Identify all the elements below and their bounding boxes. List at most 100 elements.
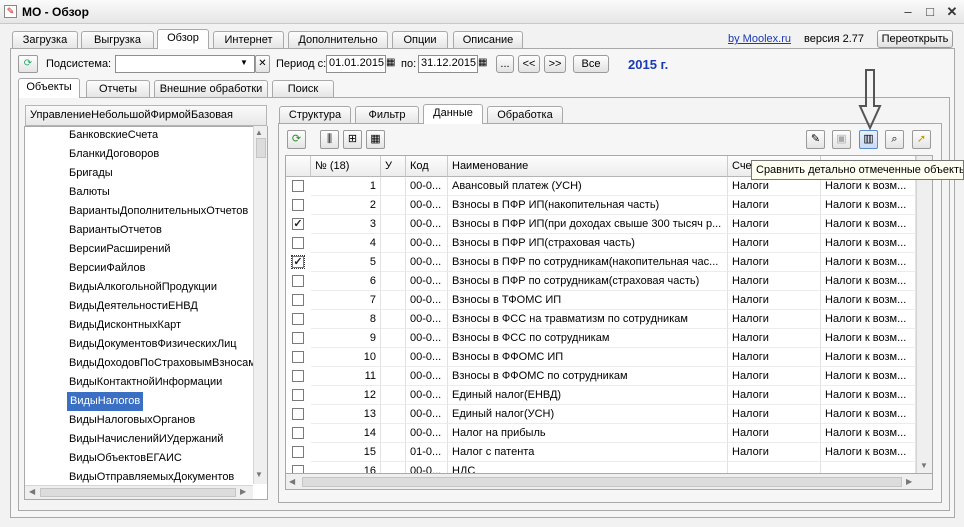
- row-checkbox[interactable]: [292, 237, 304, 249]
- subsystem-input[interactable]: [115, 55, 255, 73]
- chevron-down-icon[interactable]: ▼: [240, 58, 248, 67]
- row-checkbox[interactable]: [292, 389, 304, 401]
- table-row[interactable]: ✓ 3 00-0... Взносы в ПФР ИП(при доходах свы…: [286, 215, 916, 234]
- row-checkbox[interactable]: ✓: [292, 218, 304, 230]
- table-row[interactable]: 13 00-0... Единый налог(УСН) Налоги Налоги к…: [286, 405, 916, 424]
- scroll-down-icon[interactable]: ▼: [920, 461, 928, 470]
- maximize-icon[interactable]: □: [922, 4, 938, 20]
- tree-item[interactable]: ВидыНалоговыхОрганов: [69, 411, 195, 430]
- column-header-u[interactable]: У: [381, 156, 406, 177]
- table-row[interactable]: ✓ 5 00-0... Взносы в ПФР по сотрудникам(нак…: [286, 253, 916, 272]
- row-checkbox[interactable]: [292, 313, 304, 325]
- tab-main-4[interactable]: Дополнительно: [288, 31, 388, 49]
- all-period-button[interactable]: Все: [573, 55, 609, 73]
- tab-main-0[interactable]: Загрузка: [12, 31, 78, 49]
- table-row[interactable]: 8 00-0... Взносы в ФСС на травматизм по со…: [286, 310, 916, 329]
- tab-main-6[interactable]: Описание: [453, 31, 523, 49]
- tab-main-2[interactable]: Обзор: [157, 29, 209, 49]
- tree-item[interactable]: ВидыАлкогольнойПродукции: [69, 278, 217, 297]
- period-from-input[interactable]: 01.01.2015: [326, 55, 386, 73]
- tree-item[interactable]: ВидыОбъектовЕГАИС: [69, 449, 182, 468]
- tree-item[interactable]: ВерсииФайлов: [69, 259, 146, 278]
- tab-data-0[interactable]: Структура: [279, 106, 351, 124]
- check-column-header[interactable]: [286, 156, 311, 177]
- period-select-button[interactable]: ...: [496, 55, 514, 73]
- tree-item[interactable]: ВидыДеятельностиЕНВД: [69, 297, 198, 316]
- next-period-button[interactable]: >>: [544, 55, 566, 73]
- refresh-subsystem-icon[interactable]: ⟳: [18, 55, 38, 73]
- prev-period-button[interactable]: <<: [518, 55, 540, 73]
- row-checkbox[interactable]: [292, 370, 304, 382]
- table-row[interactable]: 16 00-0... НДС: [286, 462, 916, 473]
- edit-cursor-icon[interactable]: ✎: [806, 130, 825, 149]
- tab-data-3[interactable]: Обработка: [487, 106, 563, 124]
- row-checkbox[interactable]: [292, 332, 304, 344]
- table-row[interactable]: 9 00-0... Взносы в ФСС по сотрудникам Налог…: [286, 329, 916, 348]
- row-checkbox[interactable]: [292, 465, 304, 473]
- tab-main-3[interactable]: Интернет: [213, 31, 284, 49]
- calendar-icon[interactable]: ▦: [386, 57, 395, 68]
- compare-objects-icon[interactable]: ▥: [859, 130, 878, 149]
- tab-sub-0[interactable]: Объекты: [18, 78, 80, 98]
- tree-vertical-scrollbar[interactable]: [253, 126, 267, 484]
- tree-item[interactable]: БланкиДоговоров: [69, 145, 159, 164]
- table-row[interactable]: 12 00-0... Единый налог(ЕНВД) Налоги Налоги …: [286, 386, 916, 405]
- columns-icon[interactable]: ⫼: [320, 130, 339, 149]
- row-checkbox[interactable]: [292, 199, 304, 211]
- close-icon[interactable]: ✕: [944, 4, 960, 20]
- print-icon[interactable]: ▣: [832, 130, 851, 149]
- row-checkbox[interactable]: [292, 446, 304, 458]
- table-row[interactable]: 7 00-0... Взносы в ТФОМС ИП Налоги Налоги к …: [286, 291, 916, 310]
- tree-item[interactable]: ВидыДоходовПоСтраховымВзносам: [69, 354, 253, 373]
- row-checkbox[interactable]: [292, 427, 304, 439]
- tab-main-5[interactable]: Опции: [392, 31, 448, 49]
- table-vertical-scrollbar[interactable]: [916, 156, 932, 473]
- scroll-left-icon[interactable]: ◀: [289, 477, 295, 486]
- row-checkbox[interactable]: [292, 275, 304, 287]
- author-link[interactable]: by Moolex.ru: [728, 33, 791, 45]
- column-header-number[interactable]: № (18): [311, 156, 381, 177]
- table-row[interactable]: 6 00-0... Взносы в ПФР по сотрудникам(стра…: [286, 272, 916, 291]
- tab-sub-3[interactable]: Поиск: [272, 80, 334, 98]
- scroll-up-icon[interactable]: ▲: [255, 128, 263, 137]
- tree-item[interactable]: Бригады: [69, 164, 113, 183]
- tree-item[interactable]: ВерсииРасширений: [69, 240, 171, 259]
- row-checkbox[interactable]: ✓: [291, 255, 305, 269]
- restart-button[interactable]: Переоткрыть: [877, 30, 953, 48]
- tree-item[interactable]: ВариантыОтчетов: [69, 221, 162, 240]
- tree-item[interactable]: ВидыНалогов: [67, 392, 144, 411]
- calendar-icon[interactable]: ▦: [478, 57, 487, 68]
- table-row[interactable]: 4 00-0... Взносы в ПФР ИП(страховая часть)…: [286, 234, 916, 253]
- tree-item[interactable]: БанковскиеСчета: [69, 126, 158, 145]
- scroll-left-icon[interactable]: ◀: [29, 487, 35, 496]
- table-row[interactable]: 11 00-0... Взносы в ФФОМС по сотрудникам На…: [286, 367, 916, 386]
- tree-item[interactable]: ВидыНачисленийИУдержаний: [69, 430, 223, 449]
- refresh-icon[interactable]: ⟳: [287, 130, 306, 149]
- tree-scroll-thumb[interactable]: [256, 138, 266, 158]
- table-row[interactable]: 14 00-0... Налог на прибыль Налоги Налоги к …: [286, 424, 916, 443]
- search-icon[interactable]: ⌕: [885, 130, 904, 149]
- row-checkbox[interactable]: [292, 408, 304, 420]
- tree-item[interactable]: ВидыДисконтныхКарт: [69, 316, 181, 335]
- columns-grid-icon[interactable]: ▦: [366, 130, 385, 149]
- scroll-right-icon[interactable]: ▶: [906, 477, 912, 486]
- tree-item[interactable]: Валюты: [69, 183, 110, 202]
- tab-main-1[interactable]: Выгрузка: [81, 31, 154, 49]
- table-row[interactable]: 15 01-0... Налог с патента Налоги Налоги к в…: [286, 443, 916, 462]
- tree-hscroll-thumb[interactable]: [40, 488, 236, 497]
- clear-icon[interactable]: ✕: [255, 55, 270, 73]
- table-row[interactable]: 10 00-0... Взносы в ФФОМС ИП Налоги Налоги к…: [286, 348, 916, 367]
- scroll-right-icon[interactable]: ▶: [240, 487, 246, 496]
- tree-item[interactable]: ВидыДокументовФизическихЛиц: [69, 335, 237, 354]
- row-checkbox[interactable]: [292, 180, 304, 192]
- tree-item[interactable]: ВидыКонтактнойИнформации: [69, 373, 222, 392]
- period-to-input[interactable]: 31.12.2015: [418, 55, 478, 73]
- tab-sub-2[interactable]: Внешние обработки: [154, 80, 268, 98]
- tree-item[interactable]: ВариантыДополнительныхОтчетов: [69, 202, 248, 221]
- scroll-down-icon[interactable]: ▼: [255, 470, 263, 479]
- minimize-icon[interactable]: –: [900, 4, 916, 20]
- tab-data-1[interactable]: Фильтр: [355, 106, 419, 124]
- columns-split-icon[interactable]: ⊞: [343, 130, 362, 149]
- column-header-name[interactable]: Наименование: [448, 156, 728, 177]
- table-row[interactable]: 2 00-0... Взносы в ПФР ИП(накопительная ча…: [286, 196, 916, 215]
